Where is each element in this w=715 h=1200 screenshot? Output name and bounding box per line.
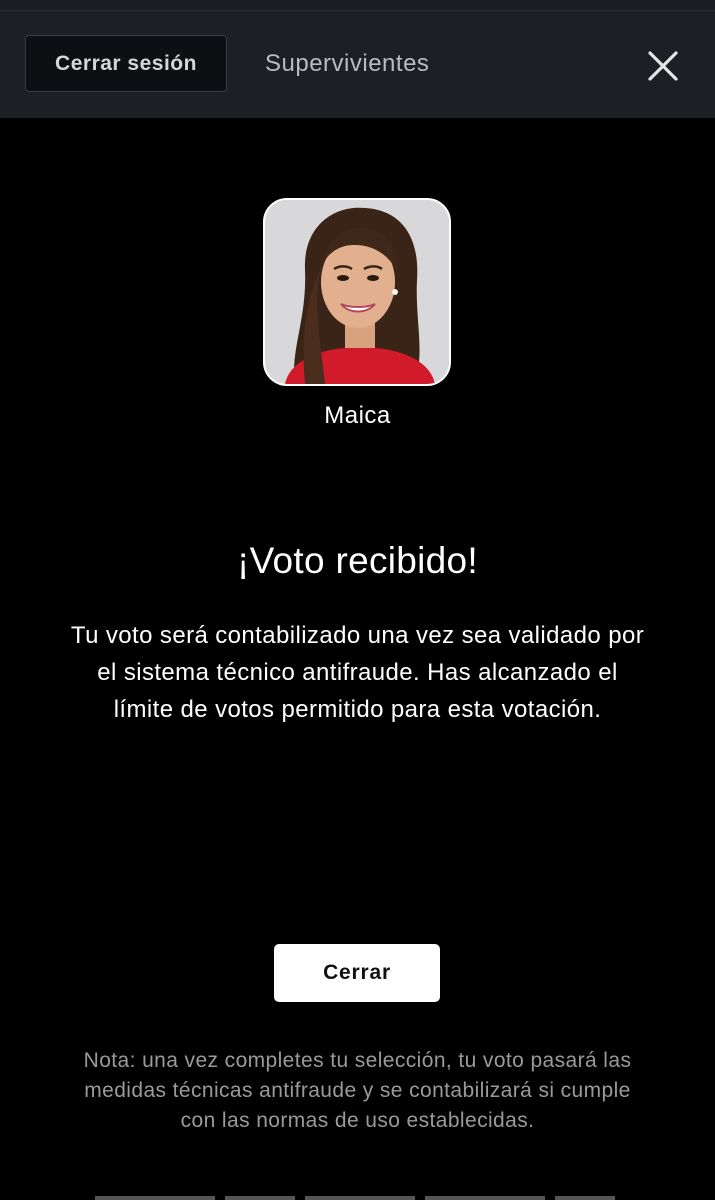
cut-off-text-line <box>95 1196 615 1200</box>
vote-received-title: ¡Voto recibido! <box>236 540 479 581</box>
top-strip <box>0 0 715 11</box>
candidate-photo <box>263 198 451 386</box>
header-bar: Cerrar sesión Supervivientes <box>0 11 715 118</box>
vote-message: Tu voto será contabilizado una vez sea v… <box>70 622 645 723</box>
header-title: Supervivientes <box>265 49 430 77</box>
note-text: Nota: una vez completes tu selección, tu… <box>83 1049 632 1132</box>
close-button[interactable]: Cerrar <box>274 944 440 1002</box>
candidate-name: Maica <box>324 402 391 429</box>
logout-button[interactable]: Cerrar sesión <box>25 35 227 92</box>
close-icon[interactable] <box>646 49 680 83</box>
